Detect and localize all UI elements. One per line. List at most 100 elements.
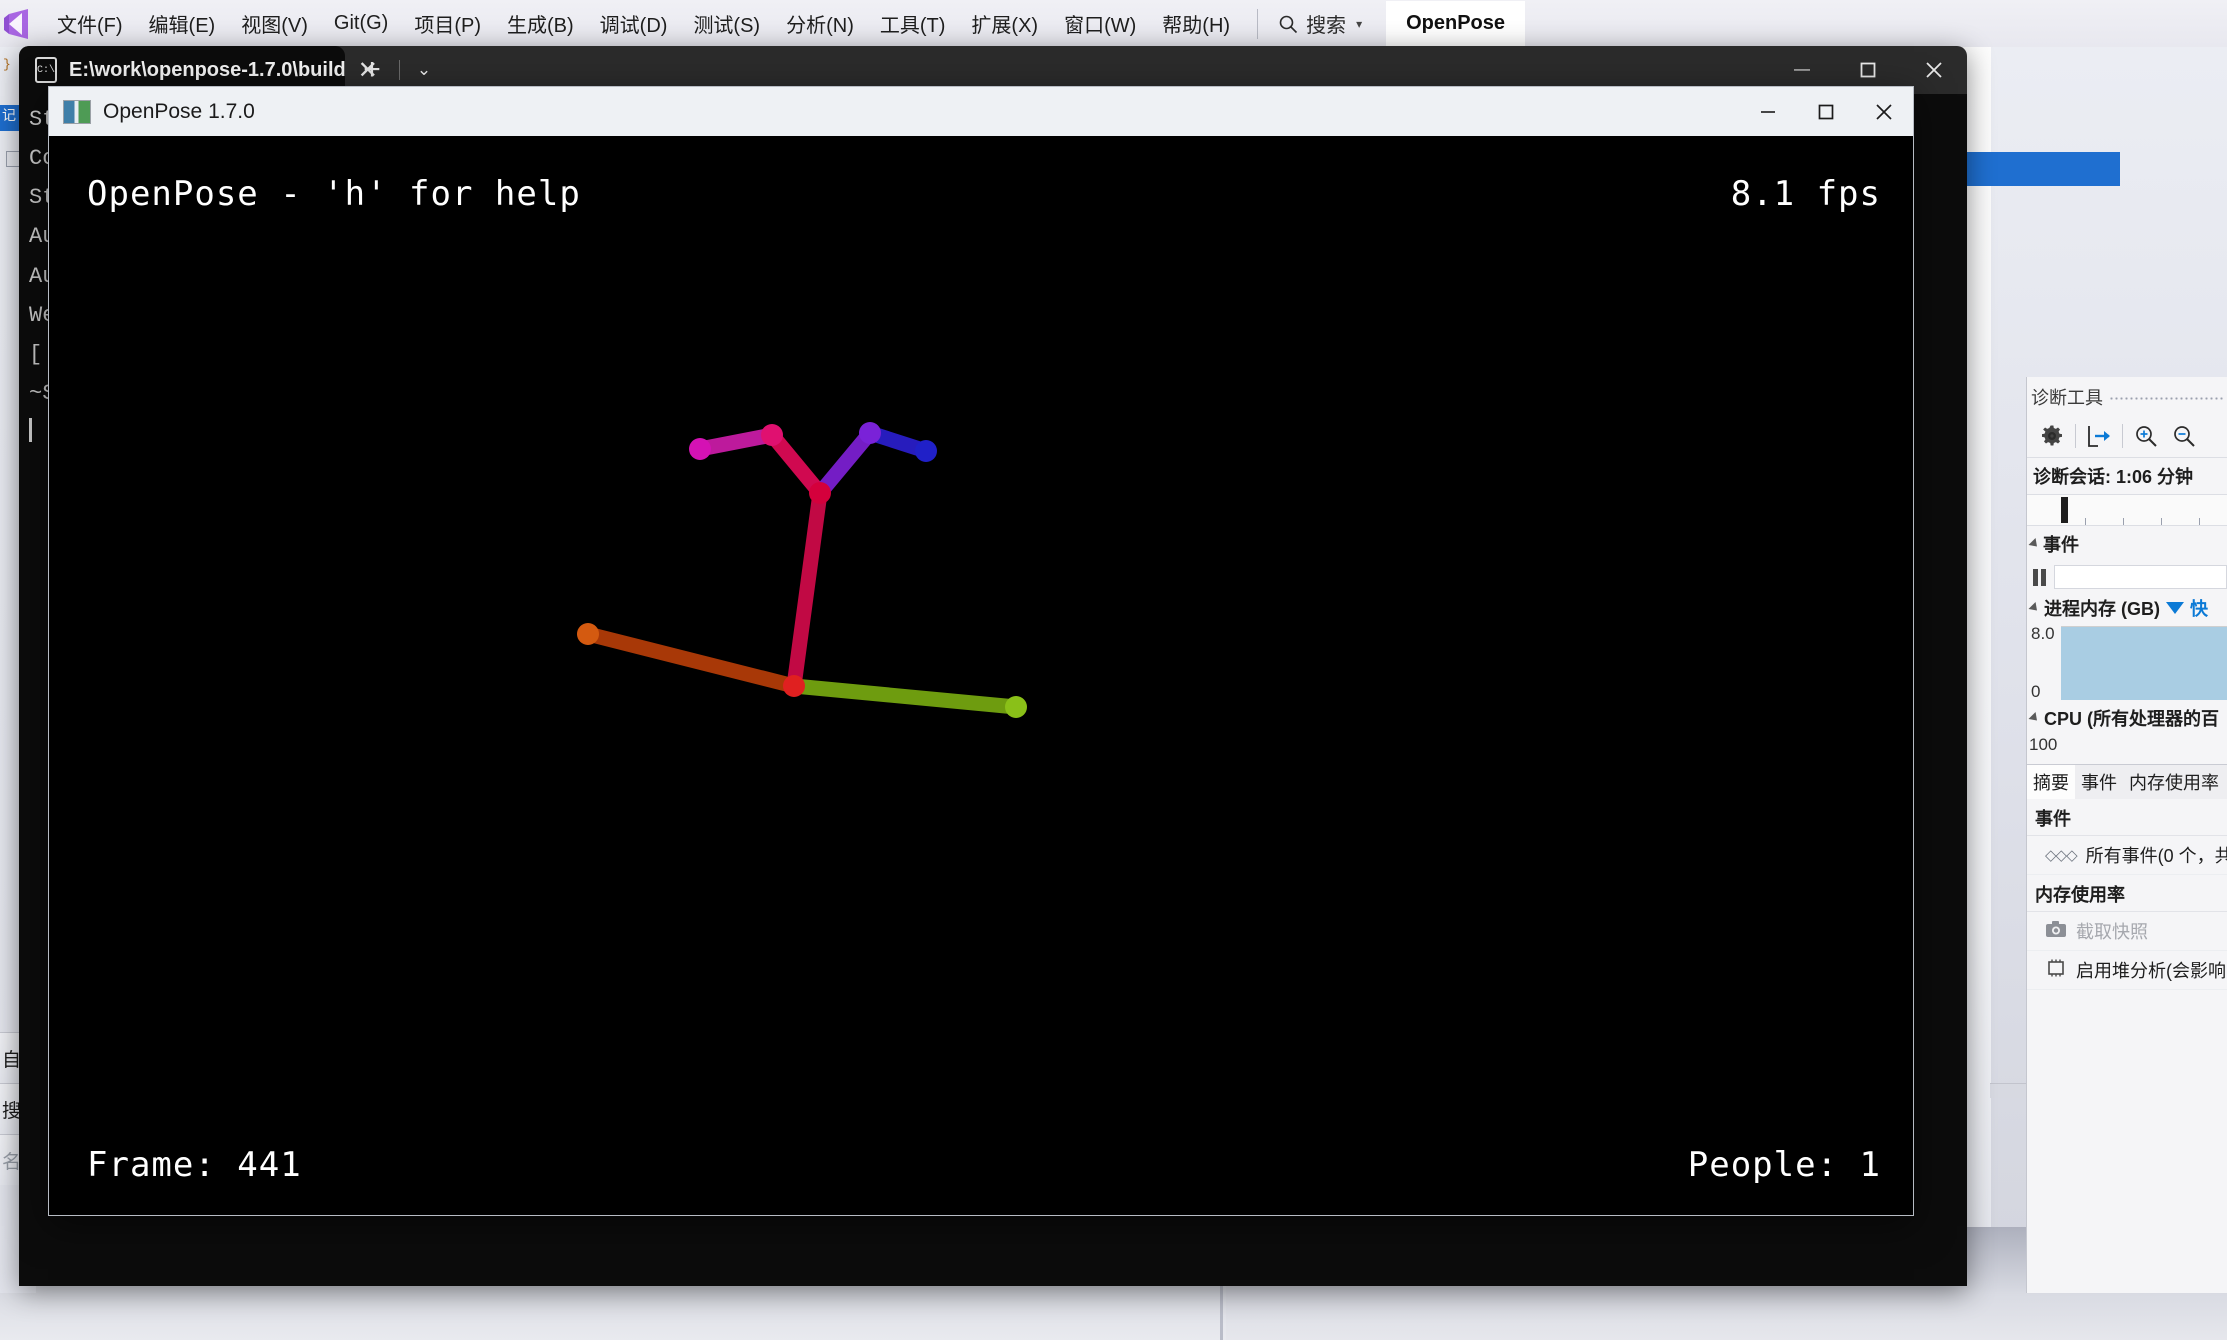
tab-events[interactable]: 事件 <box>2075 765 2123 799</box>
memory-chart: 8.0 0 <box>2029 624 2227 702</box>
menu-item-test[interactable]: 测试(S) <box>680 5 773 42</box>
tab-memory-usage[interactable]: 内存使用率 <box>2123 765 2225 799</box>
pause-icon[interactable] <box>2033 568 2046 586</box>
memory-section-header[interactable]: 进程内存 (GB) 快 <box>2027 592 2227 624</box>
search-label: 搜索 <box>1306 15 1347 37</box>
pose-limb <box>580 626 802 694</box>
menu-bar: 文件(F) 编辑(E) 视图(V) Git(G) 项目(P) 生成(B) 调试(… <box>0 0 2227 47</box>
pose-limb <box>692 427 780 457</box>
zoom-in-icon[interactable] <box>2127 419 2165 453</box>
pose-keypoint <box>577 623 599 645</box>
summary-snapshot-row[interactable]: 截取快照 <box>2027 912 2227 951</box>
toolbar-divider <box>2075 424 2076 448</box>
summary-heap-label: 启用堆分析(会影响 <box>2076 961 2226 981</box>
cpu-section-label: CPU (所有处理器的百 <box>2044 709 2219 729</box>
terminal-tab-title: E:\work\openpose-1.7.0\build <box>69 58 346 81</box>
events-track-area <box>2054 565 2227 589</box>
summary-snapshot-label: 截取快照 <box>2076 922 2148 942</box>
menu-item-view[interactable]: 视图(V) <box>228 5 321 42</box>
summary-all-events-label: 所有事件(0 个，共 <box>2085 846 2227 866</box>
summary-events-header: 事件 <box>2027 799 2227 836</box>
gear-icon[interactable] <box>2033 419 2071 453</box>
tab-summary[interactable]: 摘要 <box>2027 765 2075 799</box>
pose-keypoint <box>859 422 881 444</box>
drag-handle-dots[interactable] <box>2109 392 2223 402</box>
memory-filter-label: 快 <box>2190 599 2208 619</box>
editor-selected-text: 记 <box>2 109 16 125</box>
openpose-window-title: OpenPose 1.7.0 <box>103 99 255 123</box>
cpu-chart: 100 <box>2027 734 2227 760</box>
diagnostic-tools-panel: 诊断工具 诊断会话: 1:06 分钟 事件 进程内存 (GB) 快 8.0 0 … <box>2026 377 2227 1293</box>
events-section-label: 事件 <box>2043 535 2079 555</box>
menu-item-project[interactable]: 项目(P) <box>401 5 494 42</box>
pose-keypoint <box>783 675 805 697</box>
pose-skeleton <box>577 422 1027 718</box>
openpose-window: OpenPose 1.7.0 OpenPose - 'h' for help 8… <box>48 86 1914 1216</box>
minimize-button[interactable] <box>1739 87 1797 136</box>
timeline-tick <box>2199 518 2200 525</box>
cpu-section-header[interactable]: CPU (所有处理器的百 <box>2027 702 2227 734</box>
pose-keypoint <box>809 482 831 504</box>
openpose-app-icon <box>63 99 91 124</box>
solution-tab[interactable]: OpenPose <box>1386 1 1526 46</box>
memory-plot-area <box>2061 626 2227 700</box>
maximize-button[interactable] <box>1797 87 1855 136</box>
menu-item-extensions[interactable]: 扩展(X) <box>958 5 1051 42</box>
memory-section-label: 进程内存 (GB) <box>2044 599 2160 619</box>
menu-item-window[interactable]: 窗口(W) <box>1051 5 1149 42</box>
text-cursor <box>29 418 32 443</box>
expander-triangle-icon <box>2028 537 2041 551</box>
pose-limb <box>812 425 878 501</box>
heap-chip-icon <box>2045 959 2067 982</box>
menu-item-build[interactable]: 生成(B) <box>494 5 587 42</box>
diagnostic-tabs: 摘要 事件 内存使用率 <box>2027 764 2227 799</box>
terminal-icon: C:\ <box>35 57 58 83</box>
toolbar-divider-2 <box>2122 424 2123 448</box>
menu-item-help[interactable]: 帮助(H) <box>1149 5 1243 42</box>
diagnostic-toolbar <box>2027 415 2227 458</box>
timeline-tick <box>2161 518 2162 525</box>
summary-memory-header: 内存使用率 <box>2027 875 2227 912</box>
openpose-title-bar[interactable]: OpenPose 1.7.0 <box>49 87 1913 136</box>
close-button[interactable] <box>1855 87 1913 136</box>
camera-icon <box>2045 920 2067 943</box>
menu-item-debug[interactable]: 调试(D) <box>587 5 681 42</box>
visual-studio-logo-icon <box>2 7 36 41</box>
export-icon[interactable] <box>2080 419 2118 453</box>
zoom-out-icon[interactable] <box>2165 419 2203 453</box>
memory-axis-max: 8.0 <box>2031 624 2055 643</box>
pose-keypoint <box>761 424 783 446</box>
editor-selection-highlight <box>1940 152 2120 186</box>
search-box[interactable]: 搜索 ▾ <box>1272 5 1368 42</box>
cpu-axis-max: 100 <box>2029 735 2058 754</box>
expander-triangle-icon <box>2028 601 2041 615</box>
summary-heap-row[interactable]: 启用堆分析(会影响 <box>2027 951 2227 990</box>
search-icon <box>1278 14 1298 34</box>
terminal-icon-label: C:\ <box>37 64 56 76</box>
chevron-down-icon[interactable]: ▾ <box>1356 17 1362 31</box>
pose-limb <box>764 427 828 501</box>
menu-item-git[interactable]: Git(G) <box>321 8 401 39</box>
diagnostic-tools-title: 诊断工具 <box>2031 388 2103 408</box>
summary-all-events-row[interactable]: ◇◇◇ 所有事件(0 个，共 <box>2027 836 2227 875</box>
menu-item-analyze[interactable]: 分析(N) <box>773 5 867 42</box>
menu-item-tools[interactable]: 工具(T) <box>867 5 959 42</box>
openpose-render-canvas[interactable]: OpenPose - 'h' for help 8.1 fps Frame: 4… <box>49 136 1913 1215</box>
menu-item-file[interactable]: 文件(F) <box>44 5 136 42</box>
openpose-fps-counter: 8.1 fps <box>1730 174 1881 214</box>
events-track <box>2027 562 2227 592</box>
expander-triangle-icon <box>2028 711 2041 725</box>
timeline-ruler[interactable] <box>2027 494 2227 526</box>
pose-keypoint <box>1005 696 1027 718</box>
pose-limb <box>786 485 828 694</box>
events-section-header[interactable]: 事件 <box>2027 526 2227 562</box>
timeline-tick <box>2123 518 2124 525</box>
timeline-tick <box>2085 518 2086 525</box>
diagnostic-tools-header: 诊断工具 <box>2027 377 2227 415</box>
timeline-marker[interactable] <box>2061 497 2068 523</box>
openpose-people-counter: People: 1 <box>1687 1145 1881 1185</box>
filter-dropdown-icon[interactable] <box>2166 602 2184 614</box>
openpose-frame-counter: Frame: 441 <box>87 1145 302 1185</box>
pose-keypoint <box>915 440 937 462</box>
menu-item-edit[interactable]: 编辑(E) <box>136 5 229 42</box>
